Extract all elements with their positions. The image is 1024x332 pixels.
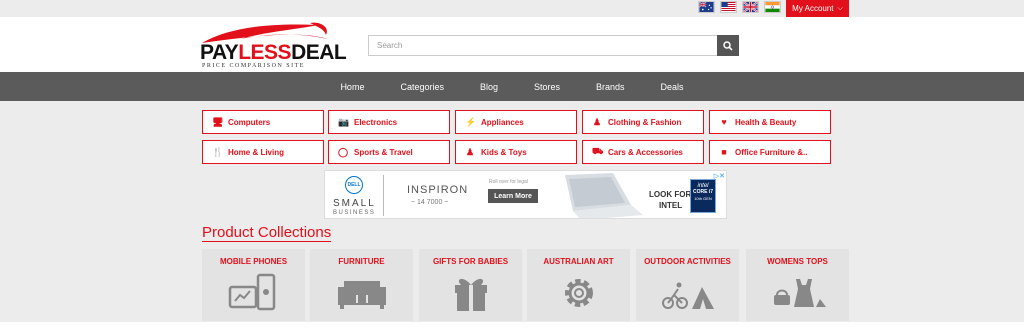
ad-legal: Roll over for legal [489,179,528,185]
collection-australian-art[interactable]: AUSTRALIAN ART [527,249,630,321]
category-office-furniture[interactable]: ■ Office Furniture &.. [709,140,831,164]
my-account-button[interactable]: My Account ⌵ [786,0,849,17]
phone-tablet-icon [228,273,276,311]
chip-gen: 10th GEN [694,196,712,201]
gift-icon [455,278,487,311]
nav-stores[interactable]: Stores [534,82,560,92]
intel-core-badge-icon: intel CORE i7 10th GEN [690,179,716,213]
folder-icon: ■ [721,147,727,157]
gear-icon [565,279,593,307]
search-input[interactable]: Search [368,35,718,56]
site-header: PAYLESSDEAL PRICE COMPARISON SITE Search [0,17,1024,72]
main-nav: Home Categories Blog Stores Brands Deals [0,72,1024,101]
nav-deals[interactable]: Deals [661,82,684,92]
sofa-icon [338,281,386,309]
bicycle-icon: ◯ [338,146,349,157]
laptop-image-icon [565,173,643,218]
category-label: Home & Living [228,147,285,157]
nav-brands[interactable]: Brands [596,82,625,92]
outdoor-icon [662,282,714,309]
top-bar: My Account ⌵ [0,0,1024,17]
category-appliances[interactable]: ⚡ Appliances [455,110,577,134]
category-cars-accessories[interactable]: ⛟ Cars & Accessories [582,140,704,164]
search-icon [723,40,733,51]
category-clothing-fashion[interactable]: ♟ Clothing & Fashion [582,110,704,134]
search-button[interactable] [717,35,739,56]
dell-logo-icon: DELL [345,176,363,194]
category-label: Health & Beauty [735,117,797,127]
ad-small: SMALL [333,198,376,209]
cutlery-icon: 🍴 [212,146,224,157]
collection-label: WOMENS TOPS [767,257,828,266]
monitor-icon: 🖥 [212,116,224,127]
advertisement-banner[interactable]: DELL SMALL BUSINESS INSPIRON ~ 14 7000 ~… [324,170,727,219]
collection-label: MOBILE PHONES [219,257,288,266]
logo-deal: DEAL [291,41,347,64]
site-logo[interactable]: PAYLESSDEAL PRICE COMPARISON SITE [200,21,347,71]
car-icon: ⛟ [592,146,604,156]
heartbeat-icon: ♥ [721,117,727,127]
ad-model: ~ 14 7000 ~ [411,199,449,206]
women-fashion-icon [774,279,826,307]
ad-learn-more-button[interactable]: Learn More [488,189,538,203]
collection-mobile-phones[interactable]: MOBILE PHONES [202,249,305,321]
camera-icon: 📷 [338,116,350,127]
logo-pay: PAY [200,41,239,64]
collection-label: GIFTS FOR BABIES [432,257,509,266]
ad-intel-text: INTEL [659,201,683,210]
plug-icon: ⚡ [465,116,477,127]
chip-model: CORE i7 [692,189,713,195]
category-kids-toys[interactable]: ♟ Kids & Toys [455,140,577,164]
collection-label: OUTDOOR ACTIVITIES [644,257,731,266]
flag-us-icon[interactable] [720,1,737,13]
collections-title: Product Collections [202,224,332,242]
nav-home[interactable]: Home [340,82,364,92]
collection-gifts-for-babies[interactable]: GIFTS FOR BABIES [419,249,522,321]
category-label: Clothing & Fashion [608,117,682,127]
ad-product: INSPIRON [407,184,469,196]
category-computers[interactable]: 🖥 Computers [202,110,324,134]
category-home-living[interactable]: 🍴 Home & Living [202,140,324,164]
collection-womens-tops[interactable]: WOMENS TOPS [746,249,849,321]
ad-brand: DELL [347,182,361,188]
category-health-beauty[interactable]: ♥ Health & Beauty [709,110,831,134]
flag-in-icon[interactable] [764,1,781,13]
category-label: Office Furniture &.. [735,147,808,157]
category-label: Kids & Toys [481,147,527,157]
category-electronics[interactable]: 📷 Electronics [328,110,450,134]
category-label: Appliances [481,117,524,127]
collection-label: AUSTRALIAN ART [543,257,614,266]
child-icon: ♟ [465,146,475,157]
logo-text: PAYLESSDEAL [200,41,347,65]
person-icon: ♟ [592,116,602,127]
ad-divider [383,175,384,216]
nav-blog[interactable]: Blog [480,82,498,92]
collection-label: FURNITURE [338,257,385,266]
ad-look-for: LOOK FOR [649,190,692,199]
collection-outdoor-activities[interactable]: OUTDOOR ACTIVITIES [636,249,739,321]
category-sports-travel[interactable]: ◯ Sports & Travel [328,140,450,164]
flag-selector [698,1,781,13]
nav-categories[interactable]: Categories [400,82,444,92]
chevron-down-icon: ⌵ [837,4,843,12]
category-label: Sports & Travel [354,147,413,157]
collection-furniture[interactable]: FURNITURE [310,249,413,321]
collections-heading: Product Collections [202,224,332,242]
category-label: Cars & Accessories [608,147,683,157]
ad-business: BUSINESS [333,210,376,216]
flag-uk-icon[interactable] [742,1,759,13]
my-account-label: My Account [792,4,834,13]
logo-tagline: PRICE COMPARISON SITE [202,63,305,69]
category-label: Electronics [354,117,398,127]
category-label: Computers [228,117,271,127]
flag-au-icon[interactable] [698,1,715,13]
logo-less: LESS [238,41,292,64]
page-bottom [0,322,1024,332]
ad-choices-icon[interactable]: ▷✕ [714,172,725,180]
